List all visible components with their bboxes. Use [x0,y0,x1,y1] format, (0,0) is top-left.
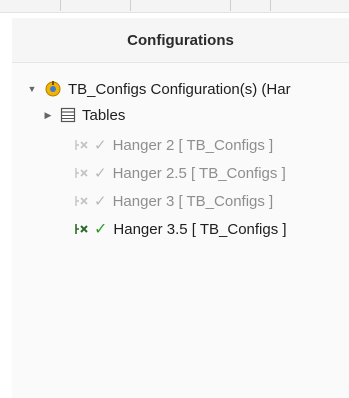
checkmark-icon: ✓ [94,193,107,210]
checkmark-icon: ✓ [94,165,107,182]
tab[interactable] [60,0,131,11]
tab[interactable] [230,0,271,11]
configuration-icon [44,80,62,98]
configuration-label: Hanger 3 [ TB_Configs ] [112,192,274,210]
tree-folder-label: Tables [82,106,126,124]
configuration-item[interactable]: ✓ Hanger 2 [ TB_Configs ] [74,132,273,158]
configuration-label: Hanger 3.5 [ TB_Configs ] [113,220,287,238]
configuration-state-icon [74,137,90,153]
checkmark-icon: ✓ [94,137,107,154]
panel-title: Configurations [12,18,349,63]
configuration-item[interactable]: ✓ Hanger 2.5 [ TB_Configs ] [74,160,286,186]
table-folder-icon [60,107,76,123]
configuration-label: Hanger 2.5 [ TB_Configs ] [112,164,286,182]
configuration-item[interactable]: ✓ Hanger 3 [ TB_Configs ] [74,188,273,214]
configuration-state-icon [74,165,90,181]
checkmark-icon: ✓ [94,221,108,238]
tab[interactable] [0,0,61,11]
configuration-manager-panel: Configurations ▼ TB_Configs Configuratio… [12,18,349,398]
configuration-state-icon [74,193,90,209]
configuration-label: Hanger 2 [ TB_Configs ] [112,136,274,154]
tab[interactable] [170,0,231,11]
configuration-state-icon [74,221,90,237]
top-tab-strip [0,0,349,13]
configuration-item-active[interactable]: ✓ Hanger 3.5 [ TB_Configs ] [74,216,287,242]
chevron-down-icon[interactable]: ▼ [26,83,38,95]
tree-root-label: TB_Configs Configuration(s) (Har [68,80,291,98]
tree-folder-tables[interactable]: ▶ Tables [42,102,126,128]
tree-root-item[interactable]: ▼ TB_Configs Configuration(s) (Har [26,76,291,102]
chevron-right-icon[interactable]: ▶ [42,109,54,121]
